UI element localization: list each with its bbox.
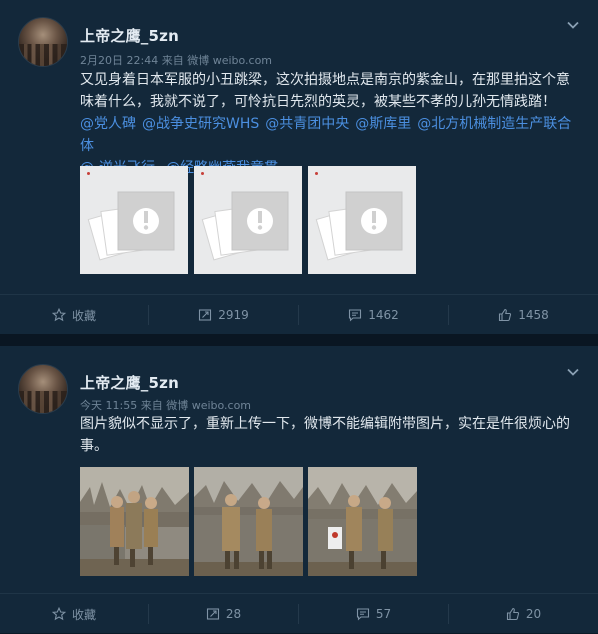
comment-button[interactable]: 1462 — [299, 295, 448, 335]
broken-image-icon — [201, 191, 289, 261]
avatar[interactable] — [18, 364, 68, 414]
post-image-broken[interactable] — [80, 166, 188, 274]
star-icon — [51, 607, 66, 621]
star-icon — [51, 308, 66, 322]
weibo-post-2: 上帝之鹰_5zn 今天 11:55 来自 微博 weibo.com 图片貌似不显… — [0, 346, 598, 633]
post-source: 来自 微博 weibo.com — [140, 399, 252, 412]
favorite-button[interactable]: 收藏 — [0, 295, 148, 335]
action-bar: 收藏 2919 1462 1458 — [0, 294, 598, 335]
like-button[interactable]: 20 — [449, 594, 598, 634]
repost-button[interactable]: 28 — [149, 594, 298, 634]
repost-button[interactable]: 2919 — [149, 295, 298, 335]
post-separator — [0, 334, 598, 346]
chevron-down-icon[interactable] — [566, 365, 580, 379]
mention-link[interactable]: @斯库里 — [355, 116, 411, 132]
username[interactable]: 上帝之鹰_5zn — [80, 25, 179, 46]
broken-image-icon — [87, 191, 175, 261]
comment-icon — [356, 607, 370, 621]
mention-link[interactable]: @共青团中央 — [265, 116, 349, 132]
post-meta: 今天 11:55 来自 微博 weibo.com — [80, 397, 251, 413]
post-image-broken[interactable] — [194, 166, 302, 274]
like-icon — [498, 308, 512, 322]
post-time[interactable]: 2月20日 22:44 — [80, 54, 158, 67]
weibo-post-1: 上帝之鹰_5zn 2月20日 22:44 来自 微博 weibo.com 又见身… — [0, 0, 598, 334]
mention-link[interactable]: @党人碑 — [80, 116, 136, 132]
avatar[interactable] — [18, 17, 68, 67]
post-text: 又见身着日本军服的小丑跳梁，这次拍摄地点是南京的紫金山，在那里拍这个意味着什么，… — [80, 69, 580, 179]
like-button[interactable]: 1458 — [449, 295, 598, 335]
mention-link[interactable]: @战争史研究WHS — [142, 116, 259, 132]
post-source: 来自 微博 weibo.com — [161, 54, 273, 67]
post-image[interactable] — [80, 467, 189, 576]
repost-icon — [206, 607, 220, 621]
post-image[interactable] — [308, 467, 417, 576]
repost-icon — [198, 308, 212, 322]
post-image[interactable] — [194, 467, 303, 576]
comment-button[interactable]: 57 — [299, 594, 448, 634]
broken-image-icon — [315, 191, 403, 261]
chevron-down-icon[interactable] — [566, 18, 580, 32]
comment-icon — [348, 308, 362, 322]
post-text: 图片貌似不显示了，重新上传一下，微博不能编辑附带图片，实在是件很烦心的事。 — [80, 416, 570, 454]
favorite-button[interactable]: 收藏 — [0, 594, 148, 634]
post-image-broken[interactable] — [308, 166, 416, 274]
post-time[interactable]: 今天 11:55 — [80, 399, 137, 412]
action-bar: 收藏 28 57 20 — [0, 593, 598, 634]
post-meta: 2月20日 22:44 来自 微博 weibo.com — [80, 52, 272, 68]
like-icon — [506, 607, 520, 621]
username[interactable]: 上帝之鹰_5zn — [80, 372, 179, 393]
